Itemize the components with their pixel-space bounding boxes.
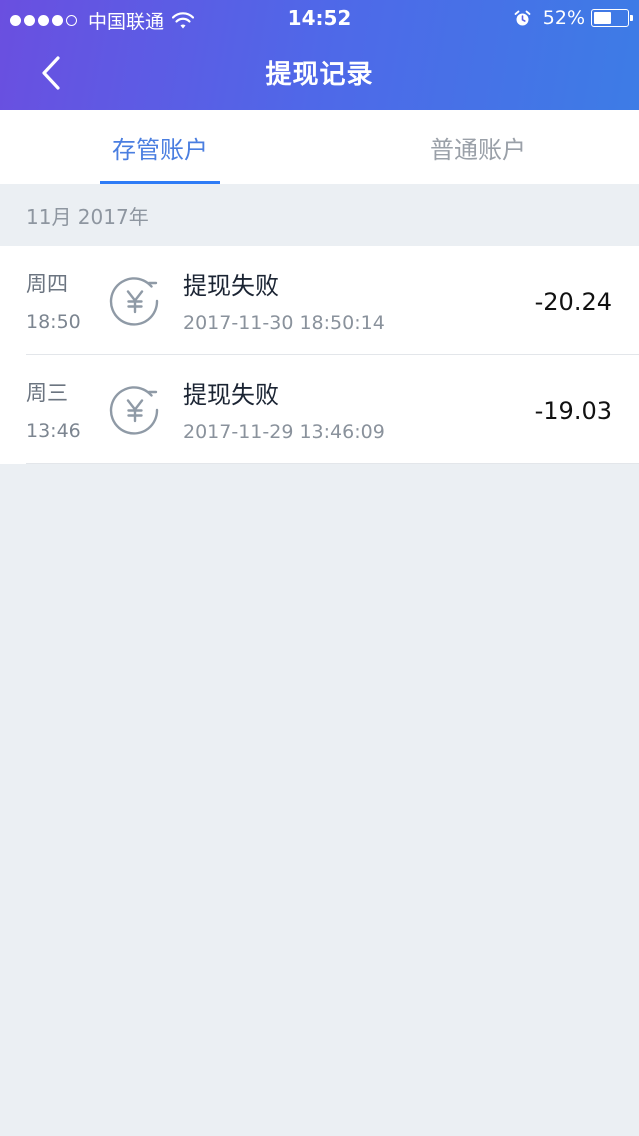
month-section-header: 11月 2017年: [26, 204, 149, 229]
withdrawal-record-list: 周四 18:50 提现失败 2017-11-30 18:50:14 -20.24…: [0, 246, 639, 464]
status-bar: 中国联通 14:52 52%: [0, 0, 639, 36]
yuan-refund-icon: [109, 386, 159, 435]
account-tabs: 存管账户 普通账户: [0, 110, 639, 184]
page-title: 提现记录: [265, 60, 374, 90]
nav-bar: 提现记录: [0, 36, 639, 110]
app-header: 中国联通 14:52 52% 提现记录: [0, 0, 639, 110]
tab-regular-account[interactable]: 普通账户: [418, 110, 538, 184]
record-amount: -19.03: [534, 397, 612, 425]
record-datetime: 2017-11-29 13:46:09: [183, 421, 385, 443]
list-item[interactable]: 周四 18:50 提现失败 2017-11-30 18:50:14 -20.24: [0, 246, 639, 355]
status-right: 52%: [514, 7, 633, 29]
alarm-clock-icon: [514, 10, 531, 25]
row-divider: [26, 463, 639, 464]
battery-icon: [591, 9, 633, 27]
tab-custody-account[interactable]: 存管账户: [100, 110, 220, 184]
record-title: 提现失败: [183, 272, 279, 300]
record-weekday: 周四: [26, 272, 68, 296]
record-time: 18:50: [26, 311, 81, 333]
record-amount: -20.24: [534, 288, 612, 316]
battery-fill: [594, 12, 611, 24]
yuan-refund-icon: [109, 277, 159, 326]
battery-percent: 52%: [542, 7, 585, 29]
record-datetime: 2017-11-30 18:50:14: [183, 312, 385, 334]
record-title: 提现失败: [183, 381, 279, 409]
list-item[interactable]: 周三 13:46 提现失败 2017-11-29 13:46:09 -19.03: [0, 355, 639, 464]
record-weekday: 周三: [26, 381, 68, 405]
record-time: 13:46: [26, 420, 81, 442]
battery-tip: [630, 15, 633, 21]
